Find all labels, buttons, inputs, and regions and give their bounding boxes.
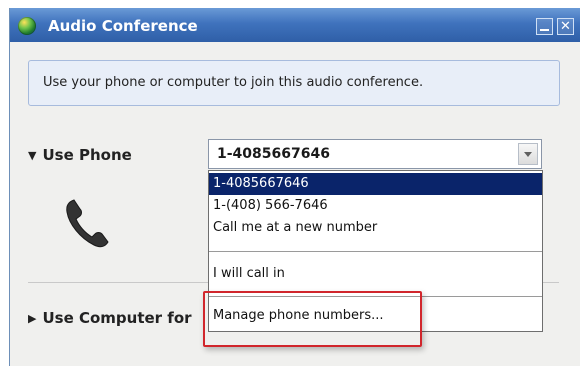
- title-bar[interactable]: Audio Conference ✕: [10, 8, 580, 42]
- use-computer-toggle[interactable]: ▶ Use Computer for: [28, 309, 192, 327]
- info-text: Use your phone or computer to join this …: [43, 75, 424, 90]
- dropdown-option[interactable]: 1-4085667646: [209, 173, 542, 195]
- chevron-down-icon[interactable]: [518, 143, 538, 165]
- dropdown-option[interactable]: I will call in: [209, 263, 542, 285]
- close-icon[interactable]: ✕: [557, 18, 574, 35]
- triangle-down-icon: ▼: [28, 149, 37, 162]
- telephone-handset-icon: [66, 199, 109, 248]
- triangle-right-icon: ▶: [28, 312, 37, 325]
- use-computer-label: Use Computer for: [42, 309, 192, 327]
- minimize-icon[interactable]: [536, 18, 553, 35]
- phone-number-select[interactable]: 1-4085667646: [208, 139, 542, 169]
- use-phone-label: Use Phone: [42, 146, 132, 164]
- info-panel: Use your phone or computer to join this …: [28, 60, 560, 106]
- globe-icon: [18, 17, 36, 35]
- audio-conference-window: Audio Conference ✕ Use your phone or com…: [9, 8, 580, 366]
- dropdown-option[interactable]: Call me at a new number: [209, 217, 542, 239]
- dropdown-option[interactable]: 1-(408) 566-7646: [209, 195, 542, 217]
- dropdown-separator: [209, 251, 542, 252]
- annotation-highlight: [203, 291, 422, 347]
- selected-phone-number: 1-4085667646: [217, 146, 330, 162]
- window-title: Audio Conference: [48, 17, 198, 35]
- use-phone-toggle[interactable]: ▼ Use Phone: [28, 146, 132, 164]
